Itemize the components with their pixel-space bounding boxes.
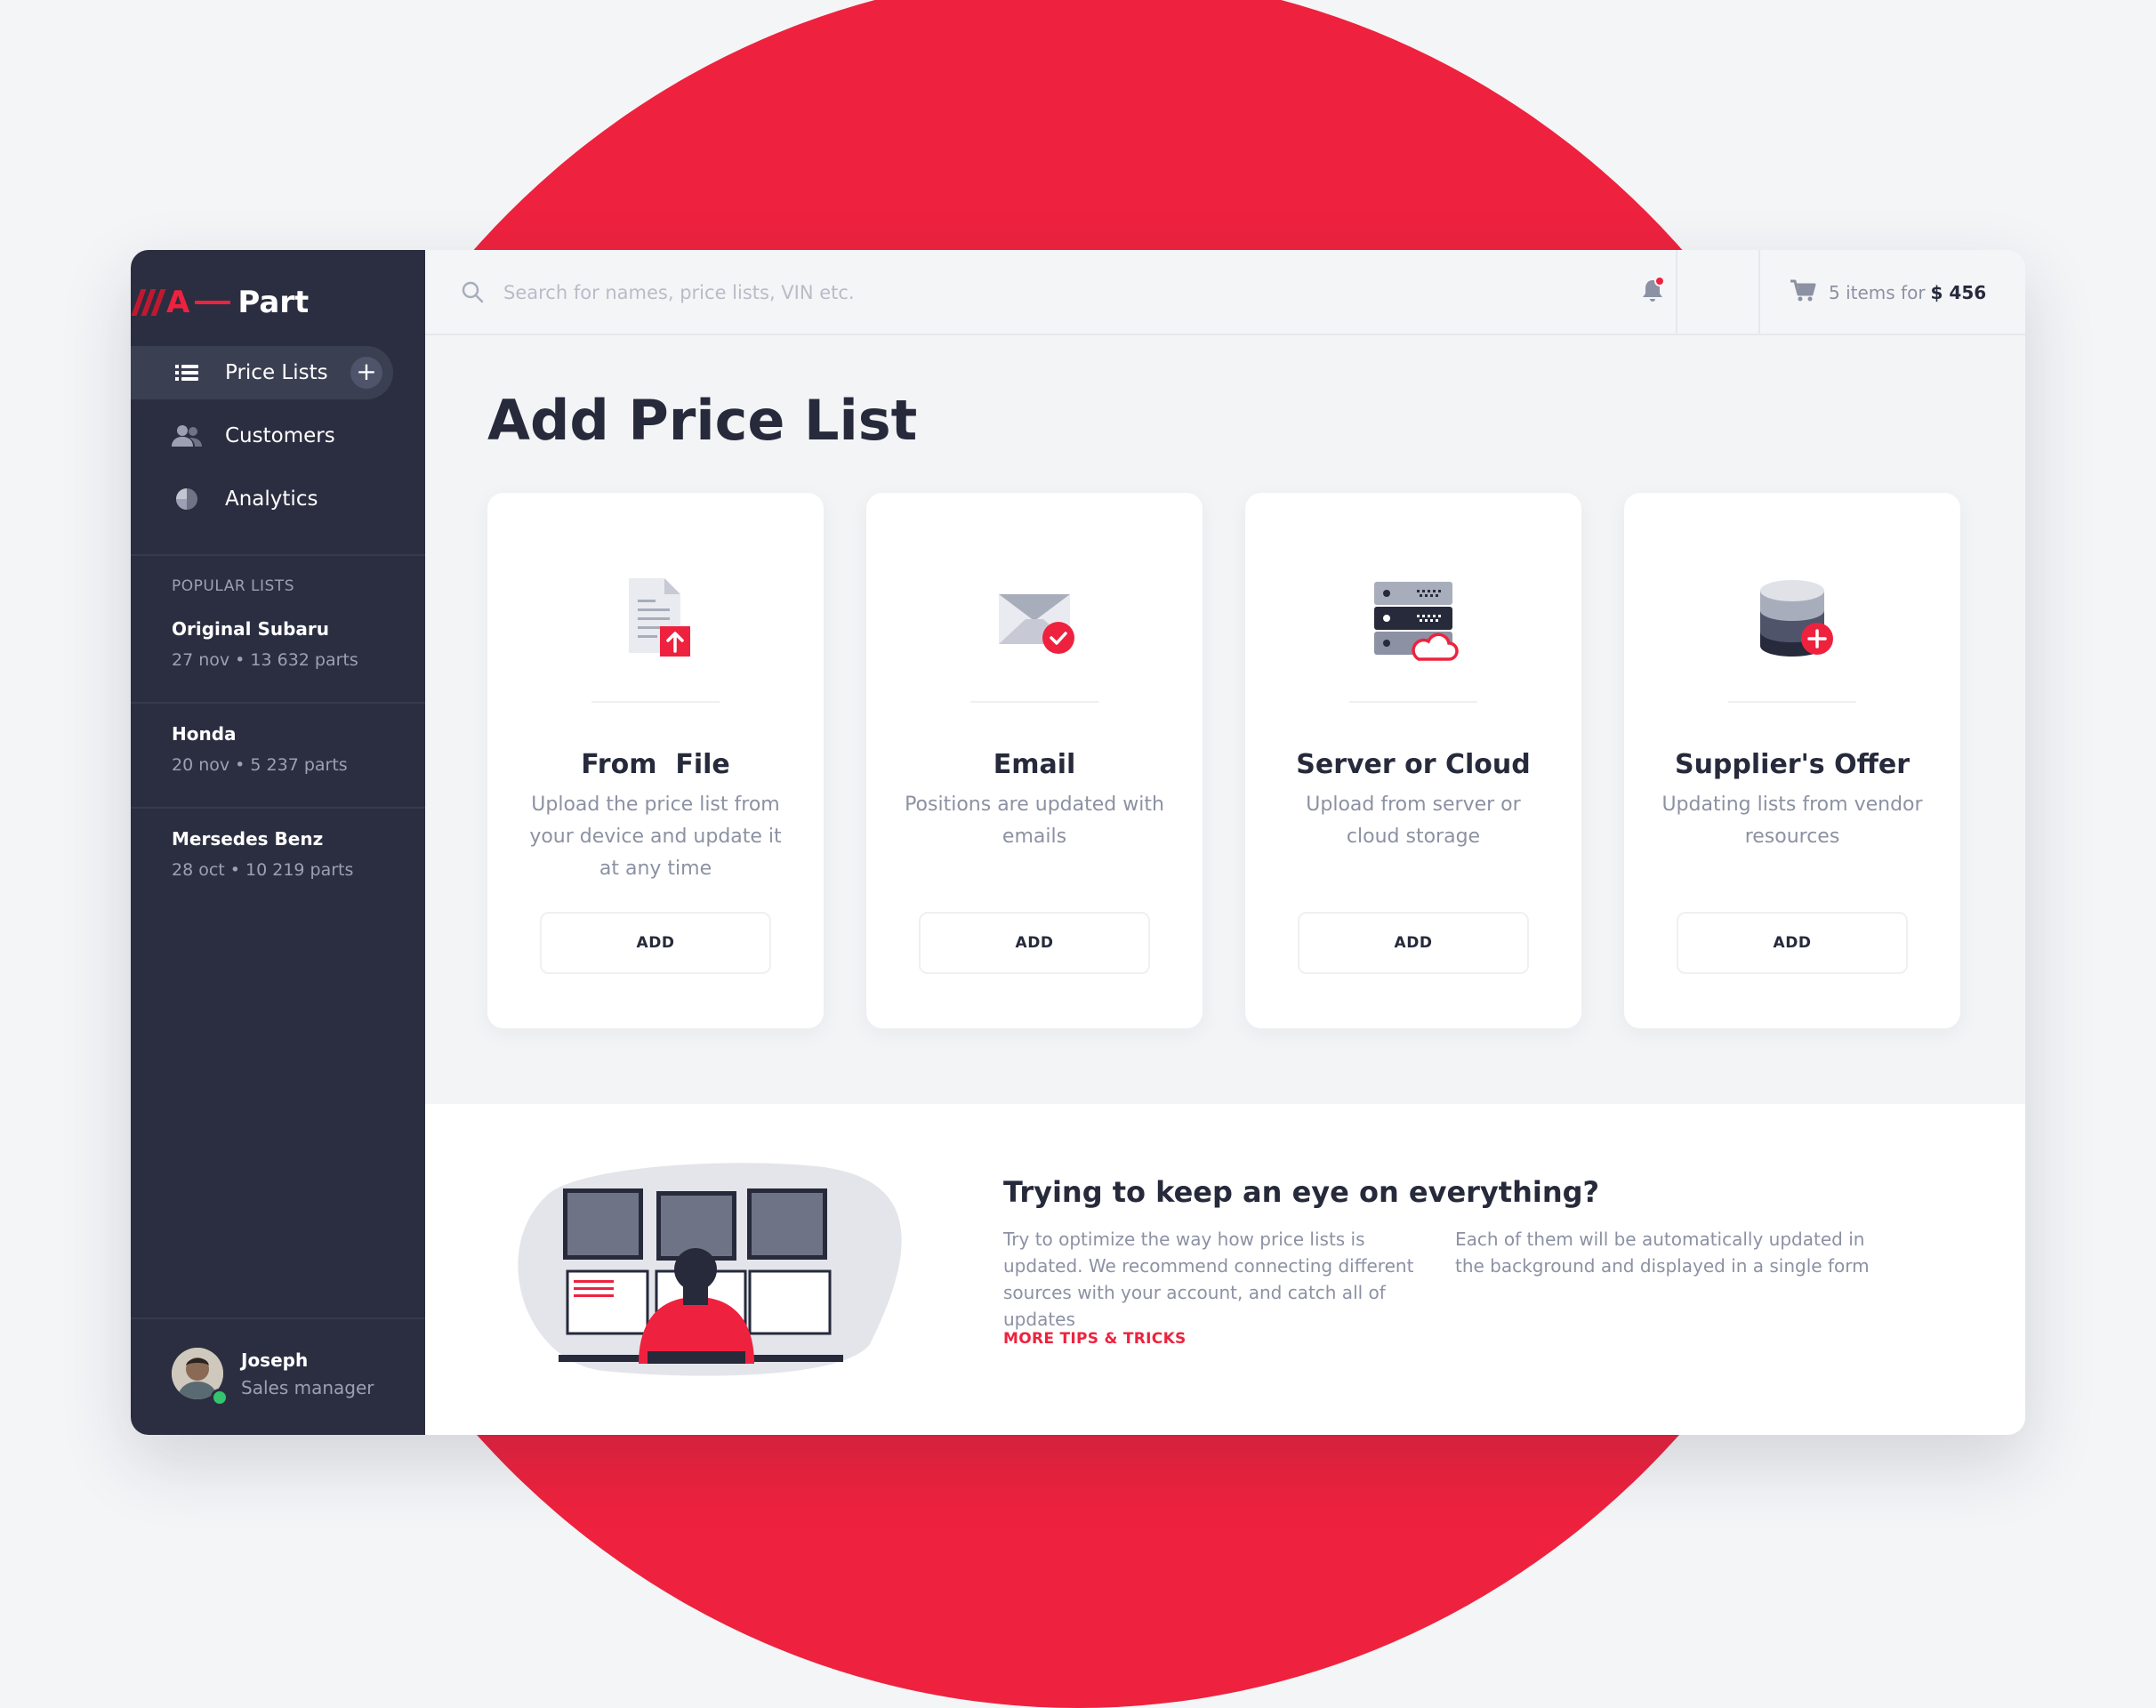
card-divider (1349, 701, 1477, 703)
nav-item-analytics[interactable]: Analytics (131, 472, 425, 526)
server-cloud-icon (1367, 573, 1460, 665)
add-from-file-button[interactable]: ADD (540, 912, 771, 974)
tips-banner: Trying to keep an eye on everything? Try… (425, 1104, 2025, 1435)
monitoring-illustration (514, 1157, 914, 1380)
card-description: Upload the price list from your device a… (529, 794, 782, 880)
list-icon (172, 358, 202, 388)
add-email-button[interactable]: ADD (919, 912, 1150, 974)
logo[interactable]: A Part (131, 280, 309, 325)
top-bar: 5 items for $ 456 (425, 250, 2025, 335)
card-title: From File (581, 749, 730, 780)
topbar-separator (1758, 250, 1760, 334)
popular-list-name: Mersedes Benz (172, 828, 324, 850)
cart-count-text: 5 items for (1829, 282, 1926, 303)
logo-slashes (131, 289, 166, 316)
logo-word: Part (237, 285, 310, 320)
card-divider (1728, 701, 1856, 703)
popular-list-meta: 28 oct • 10 219 parts (172, 860, 354, 880)
users-icon (172, 421, 202, 451)
add-server-cloud-button[interactable]: ADD (1298, 912, 1529, 974)
bell-icon (1643, 276, 1665, 302)
notifications-button[interactable] (1637, 275, 1669, 307)
nav-label: Price Lists (225, 361, 328, 384)
popular-list-item[interactable]: Original Subaru 27 nov • 13 632 parts (172, 618, 412, 670)
more-tips-link[interactable]: MORE TIPS & TRICKS (1003, 1330, 1187, 1348)
user-profile[interactable]: Joseph Sales manager (131, 1317, 425, 1435)
page-title: Add Price List (487, 388, 918, 453)
database-add-icon (1746, 573, 1838, 665)
online-status-dot (211, 1389, 229, 1406)
nav-item-customers[interactable]: Customers (131, 409, 425, 463)
sidebar: A Part Price Lists + Customers Analytics… (131, 250, 425, 1435)
file-upload-icon (609, 573, 702, 665)
popular-lists-title: POPULAR LISTS (172, 577, 294, 595)
search-icon (461, 280, 484, 307)
source-card-server: Server or Cloud Upload from server or cl… (1245, 493, 1581, 1028)
tips-paragraph: Each of them will be automatically updat… (1455, 1229, 1870, 1277)
popular-list-meta: 20 nov • 5 237 parts (172, 755, 348, 775)
card-description: Upload from server or cloud storage (1306, 794, 1521, 848)
tips-title: Trying to keep an eye on everything? (1003, 1175, 1600, 1209)
cart-summary[interactable]: 5 items for $ 456 (1790, 277, 1986, 309)
topbar-separator (1676, 250, 1677, 334)
popular-list-meta: 27 nov • 13 632 parts (172, 650, 358, 670)
pie-chart-icon (172, 484, 202, 514)
cart-total: $ 456 (1930, 282, 1987, 303)
card-title: Server or Cloud (1296, 749, 1531, 780)
logo-letter: A (166, 285, 190, 320)
source-card-file: From File Upload the price list from you… (487, 493, 824, 1028)
tips-paragraph: Try to optimize the way how price lists … (1003, 1229, 1414, 1330)
card-description: Positions are updated with emails (905, 794, 1164, 848)
main-nav: Price Lists + Customers Analytics (131, 346, 425, 536)
app-window: A Part Price Lists + Customers Analytics… (131, 250, 2025, 1435)
sidebar-divider (131, 554, 425, 556)
search-input[interactable] (502, 271, 1661, 314)
nav-item-price-lists[interactable]: Price Lists + (131, 346, 393, 399)
popular-list-item[interactable]: Honda 20 nov • 5 237 parts (172, 723, 412, 775)
logo-dash (195, 301, 231, 304)
sidebar-divider (131, 702, 425, 704)
add-price-list-button[interactable]: + (350, 357, 382, 389)
nav-label: Customers (225, 424, 335, 447)
email-check-icon (988, 573, 1081, 665)
popular-list-item[interactable]: Mersedes Benz 28 oct • 10 219 parts (172, 828, 412, 880)
add-supplier-offer-button[interactable]: ADD (1677, 912, 1908, 974)
popular-list-name: Honda (172, 723, 237, 745)
source-card-supplier: Supplier's Offer Updating lists from ven… (1624, 493, 1960, 1028)
card-divider (970, 701, 1098, 703)
nav-label: Analytics (225, 487, 318, 511)
card-description: Updating lists from vendor resources (1661, 794, 1923, 848)
user-role: Sales manager (241, 1377, 374, 1398)
card-title: Supplier's Offer (1674, 749, 1911, 780)
user-name: Joseph (241, 1349, 309, 1371)
popular-list-name: Original Subaru (172, 618, 330, 640)
cart-icon (1790, 279, 1816, 306)
card-title: Email (993, 749, 1076, 780)
card-divider (591, 701, 720, 703)
source-card-email: Email Positions are updated with emails … (866, 493, 1203, 1028)
sidebar-divider (131, 807, 425, 809)
